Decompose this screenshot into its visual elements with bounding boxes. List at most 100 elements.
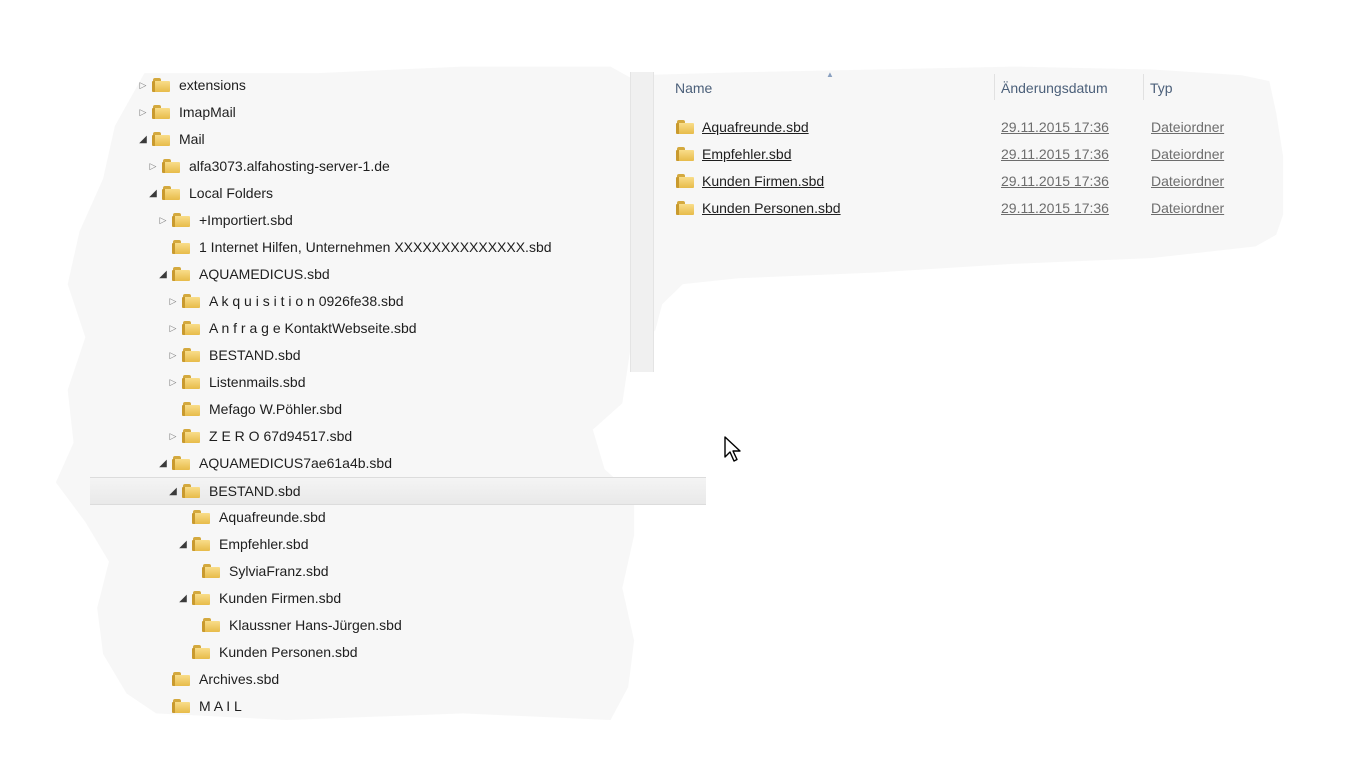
expander-placeholder <box>186 564 200 578</box>
folder-icon <box>182 294 200 308</box>
tree-item-label: Aquafreunde.sbd <box>219 509 326 525</box>
list-item[interactable]: Aquafreunde.sbd 29.11.2015 17:36 Dateiordn… <box>676 114 1256 140</box>
list-item[interactable]: Empfehler.sbd 29.11.2015 17:36 Dateiordner <box>676 141 1256 167</box>
folder-icon <box>182 484 200 498</box>
tree-item[interactable]: ▷ A n f r a g e KontaktWebseite.sbd <box>166 315 417 341</box>
tree-item-label: BESTAND.sbd <box>209 347 301 363</box>
list-item-type: Dateiordner <box>1151 146 1225 162</box>
list-item-date: 29.11.2015 17:36 <box>1001 173 1109 189</box>
folder-icon <box>152 105 170 119</box>
tree-item[interactable]: ◢ AQUAMEDICUS7ae61a4b.sbd <box>156 450 392 476</box>
folder-icon <box>172 213 190 227</box>
column-separator[interactable] <box>1143 74 1144 100</box>
expander-placeholder <box>166 402 180 416</box>
folder-icon <box>152 78 170 92</box>
tree-item[interactable]: Mefago W.Pöhler.sbd <box>166 396 342 422</box>
tree-item[interactable]: ◢ Mail <box>136 126 205 152</box>
tree-item[interactable]: 1 Internet Hilfen, Unternehmen XXXXXXXXX… <box>156 234 552 260</box>
folder-icon <box>172 240 190 254</box>
tree-item[interactable]: Aquafreunde.sbd <box>176 504 326 530</box>
tree-item-label: Klaussner Hans-Jürgen.sbd <box>229 617 402 633</box>
triangle-down-icon[interactable]: ◢ <box>176 591 190 605</box>
tree-item[interactable]: ▷ alfa3073.alfahosting-server-1.de <box>146 153 390 179</box>
mouse-cursor-icon <box>724 436 741 462</box>
triangle-down-icon[interactable]: ◢ <box>166 484 180 498</box>
tree-item[interactable]: ◢ Kunden Firmen.sbd <box>176 585 341 611</box>
tree-item-label: Empfehler.sbd <box>219 536 309 552</box>
tree-item-label: Kunden Personen.sbd <box>219 644 358 660</box>
triangle-right-icon[interactable]: ▷ <box>136 78 150 92</box>
triangle-right-icon[interactable]: ▷ <box>166 348 180 362</box>
tree-item[interactable]: Klaussner Hans-Jürgen.sbd <box>186 612 402 638</box>
tree-item[interactable]: ▷ A k q u i s i t i o n 0926fe38.sbd <box>166 288 404 314</box>
tree-item[interactable]: ▷ BESTAND.sbd <box>166 342 301 368</box>
folder-icon <box>192 645 210 659</box>
tree-item-label: BESTAND.sbd <box>209 483 301 499</box>
list-item-type: Dateiordner <box>1151 200 1225 216</box>
tree-item[interactable]: ▷ ImapMail <box>136 99 236 125</box>
tree-item[interactable]: ◢ Local Folders <box>146 180 273 206</box>
tree-item[interactable]: SylviaFranz.sbd <box>186 558 329 584</box>
tree-item-label: SylviaFranz.sbd <box>229 563 329 579</box>
folder-icon <box>152 132 170 146</box>
folder-icon <box>172 672 190 686</box>
tree-item[interactable]: ◢ BESTAND.sbd <box>90 477 706 505</box>
tree-item[interactable]: ▷ extensions <box>136 72 246 98</box>
triangle-right-icon[interactable]: ▷ <box>166 294 180 308</box>
expander-placeholder <box>186 618 200 632</box>
column-header-name[interactable]: Name <box>675 80 712 96</box>
sort-ascending-icon: ▲ <box>826 70 834 79</box>
column-separator[interactable] <box>994 74 995 100</box>
tree-item-label: +Importiert.sbd <box>199 212 293 228</box>
folder-icon <box>182 348 200 362</box>
tree-item[interactable]: M A I L <box>156 693 242 719</box>
triangle-right-icon[interactable]: ▷ <box>156 213 170 227</box>
tree-item[interactable]: ▷ Z E R O 67d94517.sbd <box>166 423 353 449</box>
folder-icon <box>172 267 190 281</box>
folder-icon <box>182 429 200 443</box>
triangle-down-icon[interactable]: ◢ <box>156 456 170 470</box>
list-item-type: Dateiordner <box>1151 173 1225 189</box>
column-header-type[interactable]: Typ <box>1150 80 1173 96</box>
tree-item-label: Local Folders <box>189 185 274 201</box>
triangle-right-icon[interactable]: ▷ <box>146 159 160 173</box>
folder-icon <box>192 510 210 524</box>
folder-icon <box>182 402 200 416</box>
triangle-right-icon[interactable]: ▷ <box>166 321 180 335</box>
triangle-down-icon[interactable]: ◢ <box>176 537 190 551</box>
list-item-name: Kunden Personen.sbd <box>702 200 841 216</box>
tree-item[interactable]: ▷ +Importiert.sbd <box>156 207 293 233</box>
list-item-date: 29.11.2015 17:36 <box>1001 146 1109 162</box>
list-item-type: Dateiordner <box>1151 119 1225 135</box>
folder-icon <box>182 375 200 389</box>
list-item-date: 29.11.2015 17:36 <box>1001 119 1109 135</box>
tree-item-label: 1 Internet Hilfen, Unternehmen XXXXXXXXX… <box>199 239 552 255</box>
tree-item[interactable]: ▷ Listenmails.sbd <box>166 369 306 395</box>
triangle-right-icon[interactable]: ▷ <box>166 429 180 443</box>
list-item-name: Aquafreunde.sbd <box>702 119 809 135</box>
pane-splitter[interactable] <box>630 72 654 372</box>
triangle-down-icon[interactable]: ◢ <box>136 132 150 146</box>
expander-placeholder <box>176 645 190 659</box>
tree-item-label: A k q u i s i t i o n 0926fe38.sbd <box>209 293 404 309</box>
tree-item-label: Mail <box>179 131 205 147</box>
tree-item-label: alfa3073.alfahosting-server-1.de <box>189 158 390 174</box>
tree-item[interactable]: Archives.sbd <box>156 666 279 692</box>
triangle-right-icon[interactable]: ▷ <box>136 105 150 119</box>
triangle-down-icon[interactable]: ◢ <box>146 186 160 200</box>
triangle-right-icon[interactable]: ▷ <box>166 375 180 389</box>
tree-item[interactable]: ◢ AQUAMEDICUS.sbd <box>156 261 330 287</box>
expander-placeholder <box>176 510 190 524</box>
screenshot-stage: ▷ extensions ▷ ImapMail ◢ Mail ▷ alfa3073.alfah… <box>0 0 1347 772</box>
list-item[interactable]: Kunden Personen.sbd 29.11.2015 17:36 Datei… <box>676 195 1256 221</box>
tree-item[interactable]: Kunden Personen.sbd <box>176 639 358 665</box>
triangle-down-icon[interactable]: ◢ <box>156 267 170 281</box>
expander-placeholder <box>156 240 170 254</box>
tree-item[interactable]: ◢ Empfehler.sbd <box>176 531 309 557</box>
folder-icon <box>172 456 190 470</box>
list-item[interactable]: Kunden Firmen.sbd 29.11.2015 17:36 Dateior… <box>676 168 1256 194</box>
tree-item-label: Listenmails.sbd <box>209 374 306 390</box>
folder-icon <box>182 321 200 335</box>
column-header-date[interactable]: Änderungsdatum <box>1001 80 1108 96</box>
list-item-name: Kunden Firmen.sbd <box>702 173 825 189</box>
